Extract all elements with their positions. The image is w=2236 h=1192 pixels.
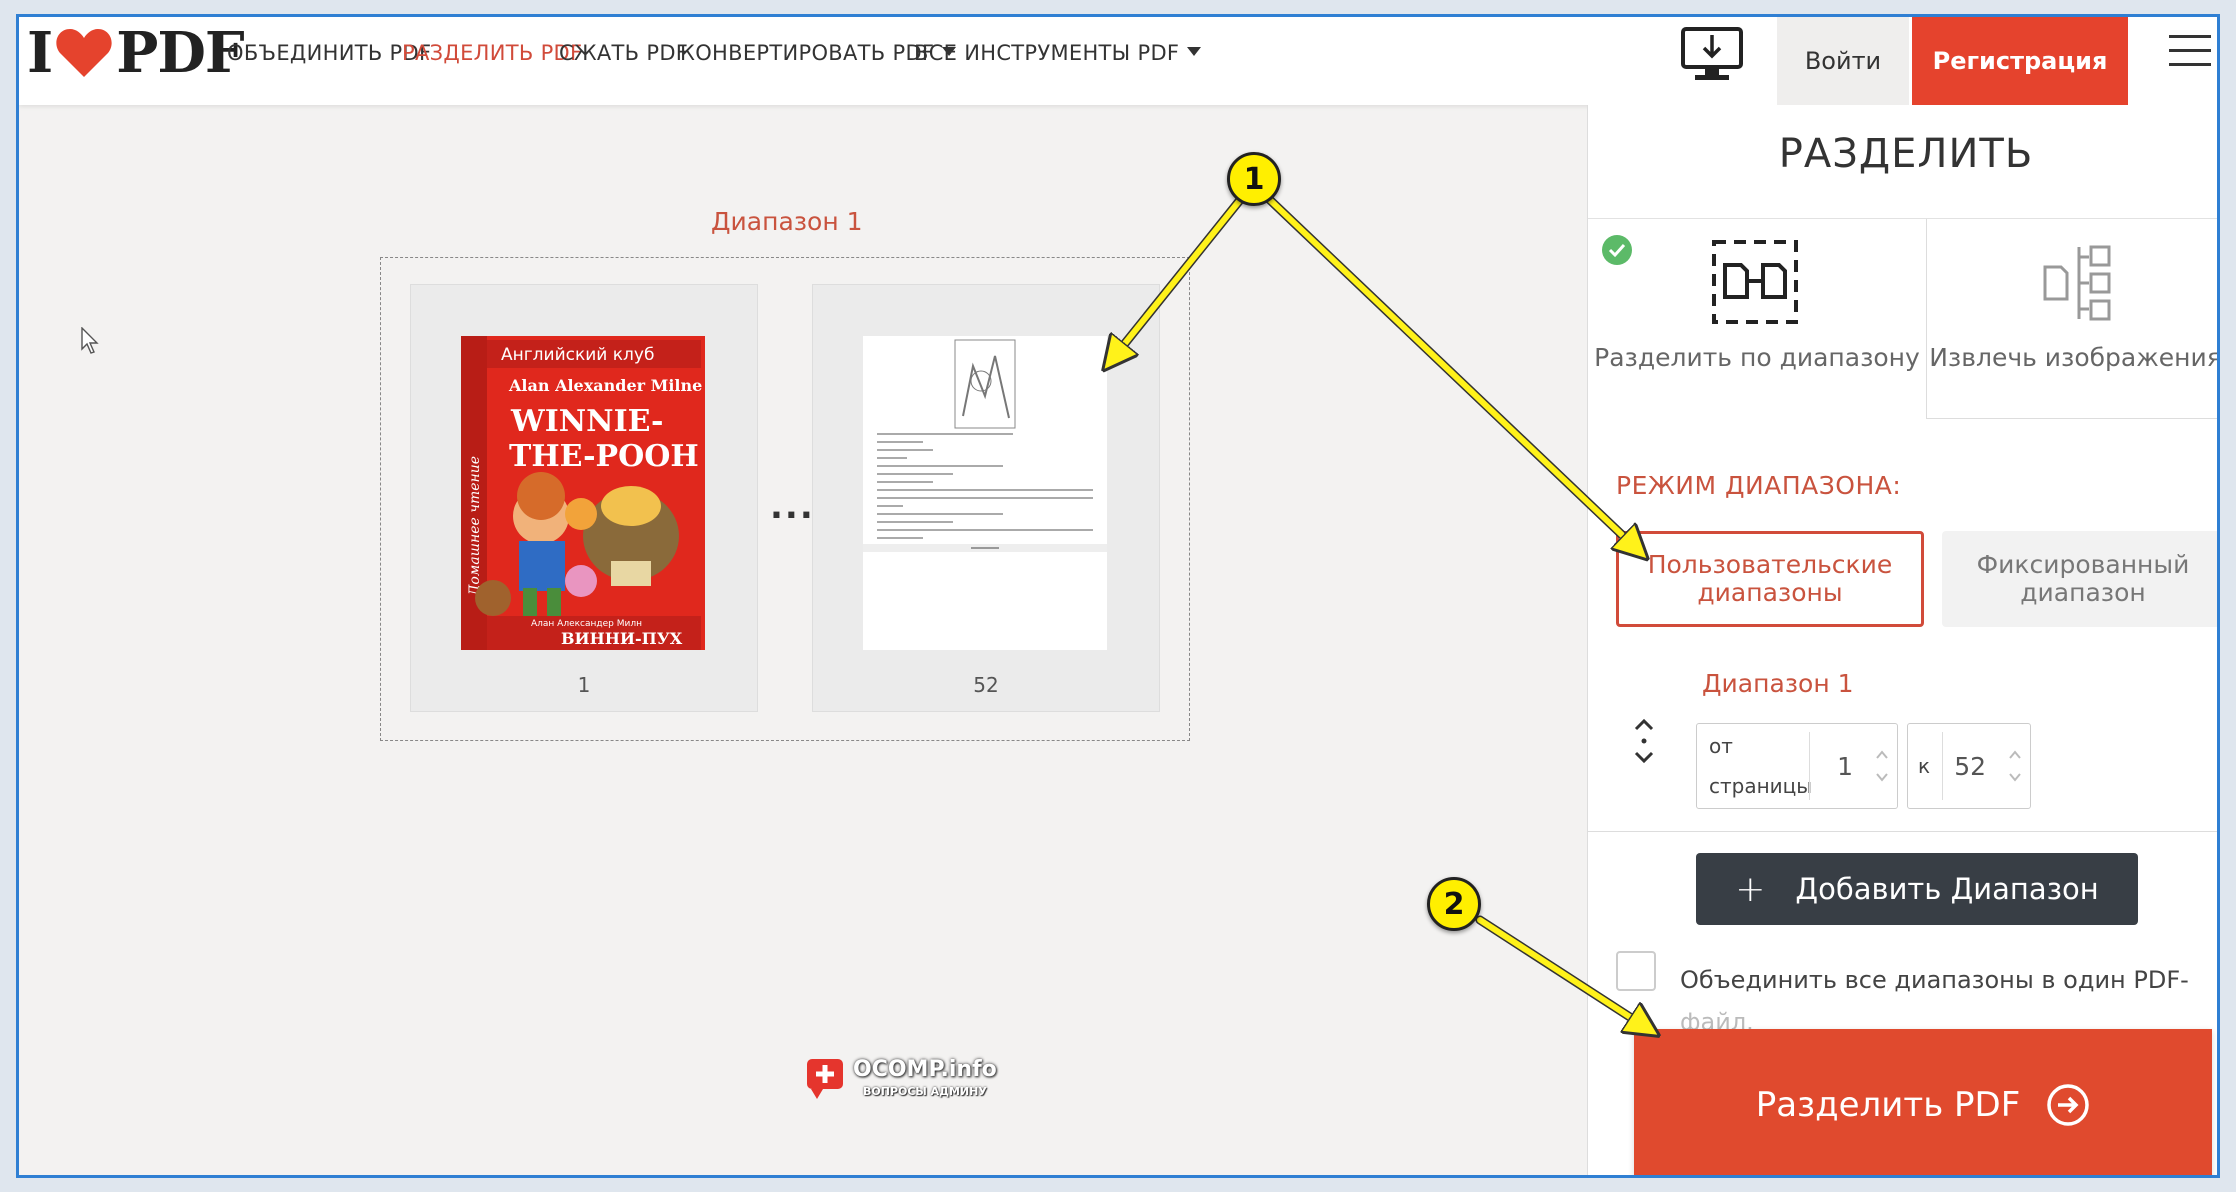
nav-compress-pdf[interactable]: СЖАТЬ PDF [559, 41, 688, 65]
cover-title-line2: THE-POOH [509, 439, 699, 474]
check-icon [1602, 235, 1632, 265]
stepper-icon[interactable] [2008, 746, 2022, 786]
mode-split-by-range-label: Разделить по диапазону [1594, 343, 1920, 372]
split-range-icon [1712, 240, 1798, 324]
from-page-field: от страницы 1 [1696, 723, 1898, 809]
cover-side-text: Домашнее чтение [467, 456, 483, 597]
heart-icon [56, 29, 112, 77]
annotation-badge-1: 1 [1227, 152, 1281, 206]
logo-text-i: I [27, 20, 53, 86]
arrow-right-circle-icon [2047, 1084, 2090, 1126]
field-divider [1809, 732, 1810, 800]
add-range-button[interactable]: + Добавить Диапазон [1696, 853, 2138, 925]
mode-split-by-range[interactable]: Разделить по диапазону [1588, 219, 1926, 419]
annotation-badge-2: 2 [1427, 877, 1481, 931]
signup-button[interactable]: Регистрация [1912, 17, 2128, 105]
merge-label-text: Объединить все диапазоны в один PDF- [1680, 966, 2189, 994]
top-navbar: I PDF ОБЪЕДИНИТЬ PDF РАЗДЕЛИТЬ PDF СЖАТЬ… [19, 17, 2217, 105]
to-page-input[interactable]: 52 [1954, 752, 1986, 781]
book-cover-image: Английский клуб Alan Alexander Milne WIN… [461, 336, 705, 650]
caret-down-icon [1187, 46, 1202, 56]
page-thumbnail-first[interactable]: Английский клуб Alan Alexander Milne WIN… [410, 284, 758, 712]
nav-all-tools-label: ВСЕ ИНСТРУМЕНТЫ PDF [914, 41, 1180, 65]
divider [1588, 831, 2217, 832]
ilovepdf-logo[interactable]: I PDF [27, 20, 245, 86]
to-label: к [1918, 754, 1931, 778]
panel-title: РАЗДЕЛИТЬ [1778, 131, 2034, 177]
app-window: I PDF ОБЪЕДИНИТЬ PDF РАЗДЕЛИТЬ PDF СЖАТЬ… [16, 14, 2220, 1178]
custom-ranges-button[interactable]: Пользовательские диапазоны [1616, 531, 1924, 627]
desktop-download-icon[interactable] [1679, 25, 1745, 85]
field-divider [1942, 732, 1943, 800]
cover-ru-author: Алан Александер Милн [531, 619, 642, 629]
logo-text-pdf: PDF [116, 20, 244, 86]
cover-author-text: Alan Alexander Milne [508, 376, 702, 395]
cover-title-line1: WINNIE- [510, 404, 663, 439]
range-mode-heading: РЕЖИМ ДИАПАЗОНА: [1616, 471, 1902, 500]
reorder-handle-icon[interactable] [1632, 717, 1656, 765]
page-thumbnail-last[interactable]: 52 [812, 284, 1160, 712]
nav-convert-label: КОНВЕРТИРОВАТЬ PDF [680, 41, 935, 65]
nav-merge-pdf[interactable]: ОБЪЕДИНИТЬ PDF [227, 41, 431, 65]
watermark-title: OCOMP.info [853, 1057, 997, 1082]
split-pdf-button[interactable]: Разделить PDF [1634, 1029, 2212, 1175]
split-options-panel: РАЗДЕЛИТЬ Разделить по диапазону Извлечь… [1587, 105, 2220, 1175]
stepper-icon[interactable] [1875, 746, 1889, 786]
ocomp-watermark: OCOMP.info ВОПРОСЫ АДМИНУ [805, 1055, 1031, 1107]
extract-images-icon [2043, 245, 2111, 321]
merge-ranges-checkbox[interactable] [1616, 951, 1656, 991]
range-1-label: Диапазон 1 [1702, 669, 1854, 698]
from-label-line1: от [1709, 734, 1733, 758]
mouse-cursor-icon [81, 327, 99, 354]
from-label-line2: страницы [1709, 774, 1813, 798]
plus-icon: + [1735, 868, 1766, 910]
page-number-first: 1 [577, 673, 591, 697]
from-page-input[interactable]: 1 [1837, 752, 1853, 781]
mode-extract-images-label: Извлечь изображения [1929, 343, 2220, 372]
menu-icon[interactable] [2169, 35, 2211, 71]
mode-extract-images[interactable]: Извлечь изображения [1926, 219, 2220, 419]
split-pdf-label: Разделить PDF [1755, 1085, 2021, 1125]
page-number-last: 52 [973, 673, 999, 697]
cover-series-text: Английский клуб [501, 345, 654, 365]
range-group-title: Диапазон 1 [711, 207, 863, 236]
nav-all-tools[interactable]: ВСЕ ИНСТРУМЕНТЫ PDF [914, 41, 1202, 65]
fixed-range-button[interactable]: Фиксированный диапазон [1942, 531, 2217, 627]
login-button[interactable]: Войти [1777, 17, 1909, 105]
add-range-label: Добавить Диапазон [1795, 872, 2099, 906]
cover-ru-title: ВИННИ-ПУХ [561, 629, 683, 648]
nav-split-pdf[interactable]: РАЗДЕЛИТЬ PDF [402, 41, 582, 65]
to-page-field: к 52 [1907, 723, 2031, 809]
text-page-image [863, 336, 1107, 650]
watermark-subtitle: ВОПРОСЫ АДМИНУ [863, 1085, 987, 1098]
pages-ellipsis: ... [770, 487, 815, 527]
